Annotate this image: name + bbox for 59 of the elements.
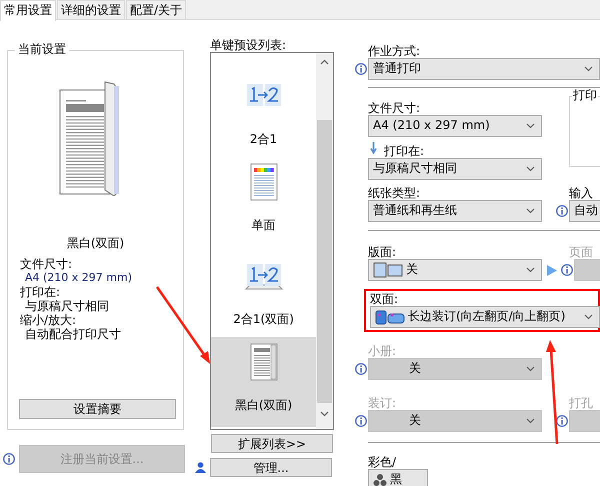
setting-value: A4 (210 x 297 mm)	[24, 270, 134, 285]
dropdown[interactable]: 普通纸和再生纸	[368, 200, 542, 222]
info-icon	[355, 415, 367, 427]
tab[interactable]: 常用设置	[0, 0, 56, 21]
user-icon	[195, 462, 206, 473]
dropdown[interactable]: 长边装订(向左翻页/向上翻页)	[370, 306, 600, 328]
field-label: 版面:	[368, 245, 398, 259]
color-page-icon	[250, 163, 278, 201]
expand-list-button[interactable]: 扩展列表>>	[211, 434, 333, 453]
dropdown[interactable]: A4 (210 x 297 mm)	[368, 115, 542, 137]
list-label: 单键预设列表:	[210, 38, 288, 52]
group-title: 打印	[572, 89, 598, 103]
field-label: 小册:	[368, 344, 398, 358]
info-icon	[355, 363, 367, 375]
info-icon	[556, 205, 568, 217]
group-title: 当前设置	[15, 43, 69, 57]
info-icon	[561, 264, 573, 276]
setting-label: 缩小/放大:	[20, 312, 78, 327]
field-label: 输入	[569, 186, 594, 200]
toner-dots-icon	[373, 473, 387, 486]
dropdown[interactable]: 黑	[368, 469, 428, 486]
field-label: 作业方式:	[368, 44, 422, 58]
field-label: 文件尺寸:	[368, 101, 422, 115]
play-arrow-icon[interactable]	[547, 264, 557, 276]
field-label: 彩色/	[368, 455, 398, 469]
field-label: 纸张类型:	[368, 186, 422, 200]
preset-item[interactable]: 黑白(双面)	[211, 337, 316, 427]
down-arrow-icon	[370, 142, 377, 154]
duplex-page-icon	[250, 343, 278, 381]
info-icon	[556, 415, 568, 427]
page-layout-icon	[373, 262, 403, 278]
dropdown[interactable]: 关	[368, 259, 542, 281]
manage-button[interactable]: 管理...	[210, 458, 332, 477]
preset-item[interactable]: 2合1	[211, 67, 316, 157]
field-label: 页面	[569, 245, 594, 259]
info-icon	[3, 453, 15, 465]
settings-summary-button[interactable]: 设置摘要	[19, 399, 176, 419]
print-mode-label: 黑白(双面)	[66, 237, 126, 251]
setting-value: 自动配合打印尺寸	[24, 326, 122, 341]
dropdown[interactable]: 自动	[569, 200, 600, 222]
tab[interactable]: 配置/关于	[126, 0, 186, 19]
info-icon	[355, 63, 367, 75]
tab[interactable]: 详细的设置	[57, 0, 125, 19]
setting-value: 与原稿尺寸相同	[24, 298, 110, 313]
scroll-up-icon[interactable]	[320, 59, 330, 65]
field-label: 打孔	[569, 396, 594, 410]
preset-item[interactable]: 单面	[211, 157, 316, 247]
dropdown[interactable]: 与原稿尺寸相同	[368, 158, 542, 180]
duplex-pages-icon	[375, 309, 405, 325]
scroll-down-icon[interactable]	[320, 411, 330, 417]
preset-item[interactable]: 2合1(双面)	[211, 247, 316, 337]
dropdown[interactable]: 普通打印	[368, 58, 600, 80]
field-label: 打印在:	[384, 144, 424, 158]
field-label: 双面:	[370, 292, 400, 306]
field-label: 装订:	[368, 396, 398, 410]
two-page-duplex-icon	[244, 261, 284, 291]
scrollbar-thumb[interactable]	[317, 120, 332, 403]
setting-label: 打印在:	[20, 284, 62, 299]
setting-label: 文件尺寸:	[20, 256, 74, 271]
